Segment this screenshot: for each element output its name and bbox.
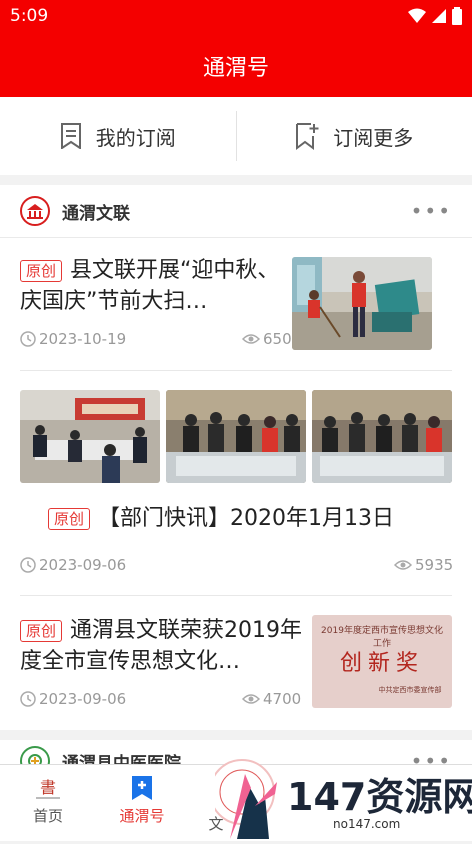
award-certificate-image: 2019年度定西市宣传思想文化工作 创新奖 中共定西市委宣传部	[312, 615, 452, 708]
status-icons	[408, 7, 462, 25]
meeting-room-photo	[20, 390, 160, 483]
store-visit-photo-2	[312, 390, 452, 483]
article-image-2	[166, 390, 306, 483]
signal-icon	[432, 8, 446, 24]
my-subscriptions-button[interactable]: 我的订阅	[0, 97, 236, 175]
article-title-wrap: 原创【部门快讯】2020年1月13日	[48, 503, 468, 534]
article-item[interactable]: 原创通渭县文联荣获2019年度全市宣传思想文化… 2023-09-06 4700…	[20, 615, 452, 715]
date-text: 2023-10-19	[39, 330, 126, 348]
original-tag: 原创	[48, 508, 90, 530]
channel-logo	[20, 196, 50, 226]
watermark-brand: 147资源网	[287, 766, 472, 821]
bookmark-add-icon	[295, 122, 319, 150]
status-bar: 5:09	[0, 0, 472, 34]
subscription-bar: 我的订阅 订阅更多	[0, 97, 472, 175]
views-text: 5935	[415, 556, 453, 574]
eye-icon	[394, 559, 412, 571]
document-icon	[60, 123, 82, 149]
article-date: 2023-09-06	[20, 690, 126, 708]
wifi-icon	[408, 8, 426, 24]
temple-logo-icon	[26, 203, 44, 219]
more-options-icon[interactable]: •••	[411, 199, 452, 223]
separator	[20, 370, 452, 371]
tab-home[interactable]: 書 首页	[8, 775, 88, 826]
article-date: 2023-09-06	[20, 556, 126, 574]
award-line2: 中共定西市委宣传部	[372, 685, 448, 695]
header-bar: 通渭号	[0, 34, 472, 97]
more-subscriptions-button[interactable]: 订阅更多	[237, 97, 472, 175]
article-image-3	[312, 390, 452, 483]
separator	[20, 595, 452, 596]
original-tag: 原创	[20, 620, 62, 642]
channel-header[interactable]: 通渭文联 •••	[0, 185, 472, 238]
article-image-1	[20, 390, 160, 483]
clock-icon	[20, 331, 36, 347]
watermark-url: no147.com	[333, 817, 400, 831]
tab-home-label: 首页	[8, 805, 88, 826]
views-text: 4700	[263, 690, 301, 708]
bookmark-plus-icon	[130, 775, 154, 801]
more-subscriptions-label: 订阅更多	[333, 122, 413, 151]
tab-tongwei-label: 通渭号	[102, 805, 182, 826]
battery-icon	[452, 7, 462, 25]
channel-name: 通渭文联	[62, 199, 411, 224]
status-time: 5:09	[10, 6, 48, 26]
article-views: 4700	[242, 690, 301, 708]
clock-icon	[20, 691, 36, 707]
page-title: 通渭号	[203, 50, 269, 82]
award-title: 创新奖	[312, 645, 452, 677]
article-item[interactable]: 原创【部门快讯】2020年1月13日 2023-09-06 5935	[20, 390, 452, 570]
cleanup-photo	[292, 257, 432, 350]
article-title-wrap: 原创通渭县文联荣获2019年度全市宣传思想文化…	[20, 615, 305, 677]
svg-text:書: 書	[40, 778, 56, 797]
article-item[interactable]: 原创县文联开展“迎中秋、庆国庆”节前大扫… 2023-10-19 6500	[20, 255, 452, 355]
eye-icon	[242, 693, 260, 705]
original-tag: 原创	[20, 260, 62, 282]
clock-icon	[20, 557, 36, 573]
my-subscriptions-label: 我的订阅	[96, 122, 176, 151]
article-title: 通渭县文联荣获2019年度全市宣传思想文化…	[20, 618, 302, 674]
article-title-wrap: 原创县文联开展“迎中秋、庆国庆”节前大扫…	[20, 255, 290, 317]
date-text: 2023-09-06	[39, 690, 126, 708]
watermark-logo: 147资源网 no147.com	[215, 744, 472, 840]
tab-tongwei[interactable]: 通渭号	[102, 775, 182, 826]
article-views: 5935	[394, 556, 453, 574]
article-thumbnail	[292, 257, 432, 350]
date-text: 2023-09-06	[39, 556, 126, 574]
home-logo-icon: 書	[34, 775, 62, 801]
article-title: 【部门快讯】2020年1月13日	[98, 506, 394, 531]
eye-icon	[242, 333, 260, 345]
article-date: 2023-10-19	[20, 330, 126, 348]
channel-card: 通渭文联 ••• 原创县文联开展“迎中秋、庆国庆”节前大扫… 2023-10-1…	[0, 185, 472, 730]
store-visit-photo	[166, 390, 306, 483]
